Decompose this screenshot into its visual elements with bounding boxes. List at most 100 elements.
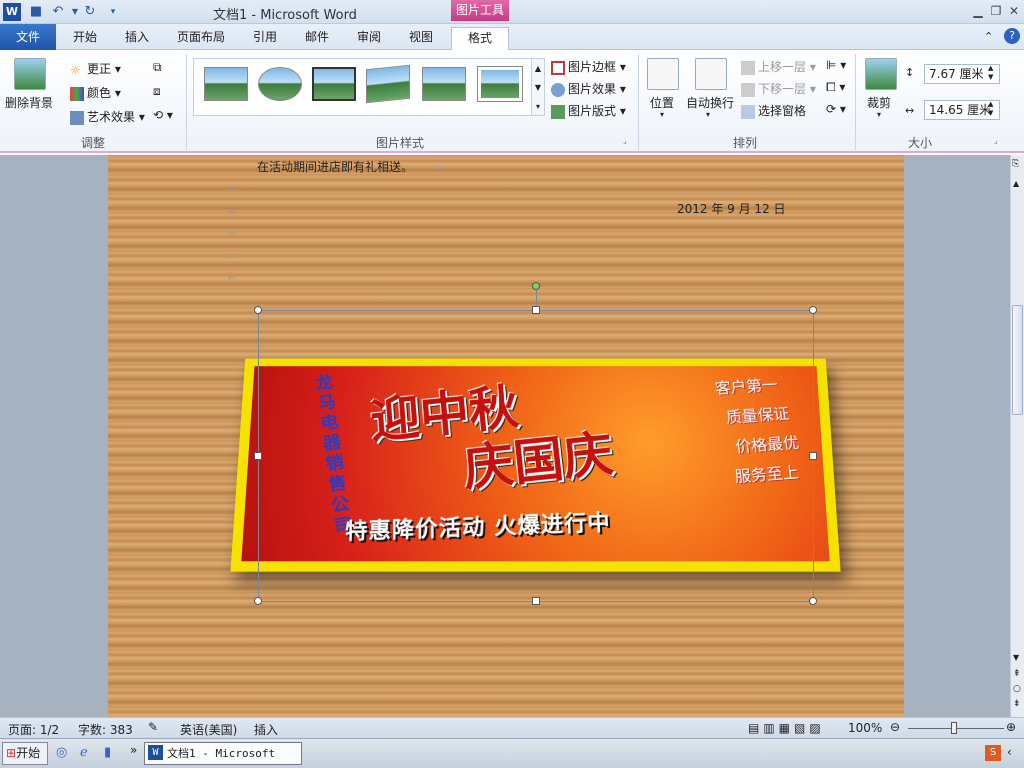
- tab-view[interactable]: 视图: [400, 27, 442, 50]
- zoom-out-icon[interactable]: ⊖: [890, 720, 900, 734]
- style-thumb-6[interactable]: [478, 67, 522, 101]
- change-picture-icon[interactable]: ⧈: [153, 84, 161, 99]
- insert-mode[interactable]: 插入: [254, 721, 278, 738]
- tab-references[interactable]: 引用: [244, 27, 286, 50]
- vertical-scrollbar[interactable]: ⎘ ▲ ▼ ⇞ ○ ⇟: [1010, 155, 1024, 717]
- picture-border-button[interactable]: 图片边框 ▾: [551, 58, 626, 75]
- word-taskbar-label: 文档1 - Microsoft Word: [167, 747, 275, 768]
- restore-icon[interactable]: ❐: [986, 2, 1006, 20]
- browser-icon[interactable]: ℯ: [80, 745, 88, 760]
- close-icon[interactable]: ✕: [1004, 2, 1024, 20]
- resize-handle-ne[interactable]: [809, 306, 817, 314]
- redo-icon[interactable]: ↻: [81, 3, 99, 21]
- tab-page-layout[interactable]: 页面布局: [170, 27, 232, 50]
- previous-page-icon[interactable]: ⇞: [1013, 669, 1021, 679]
- selection-pane-icon: [741, 105, 755, 119]
- scroll-up-icon[interactable]: ▲: [1013, 179, 1019, 188]
- minimize-icon[interactable]: ▁: [968, 2, 988, 20]
- style-thumb-3[interactable]: [312, 67, 356, 101]
- crop-button[interactable]: 裁剪: [867, 94, 891, 111]
- tab-home[interactable]: 开始: [64, 27, 106, 50]
- divider: [638, 54, 639, 150]
- rotation-handle[interactable]: [532, 282, 540, 290]
- media-icon[interactable]: ▮: [104, 745, 111, 760]
- corrections-button[interactable]: ☼ 更正 ▾: [70, 60, 121, 77]
- color-button[interactable]: 颜色 ▾: [70, 84, 121, 101]
- remove-background-icon[interactable]: [14, 58, 46, 90]
- position-icon[interactable]: [647, 58, 679, 90]
- browse-object-icon[interactable]: ○: [1013, 684, 1021, 694]
- send-backward-button[interactable]: 下移一层 ▾: [741, 80, 816, 97]
- tab-file[interactable]: 文件: [0, 24, 56, 50]
- resize-handle-w[interactable]: [254, 452, 262, 460]
- undo-icon[interactable]: ↶: [49, 3, 67, 21]
- window-title: 文档1 - Microsoft Word: [213, 4, 357, 23]
- align-icon[interactable]: ⊫ ▾: [826, 58, 846, 72]
- chevron-down-icon: ▾: [877, 110, 881, 119]
- proofing-icon[interactable]: ✎: [148, 720, 158, 734]
- tab-review[interactable]: 审阅: [348, 27, 390, 50]
- width-spinner[interactable]: ▲ ▼: [988, 100, 993, 118]
- scroll-thumb[interactable]: [1012, 305, 1023, 415]
- rotate-icon[interactable]: ⟳ ▾: [826, 102, 846, 116]
- send-backward-icon: [741, 83, 755, 97]
- style-thumb-4[interactable]: [366, 65, 410, 104]
- height-spinner[interactable]: ▲ ▼: [988, 64, 993, 82]
- scroll-down-icon[interactable]: ▼: [1013, 653, 1019, 662]
- crop-icon[interactable]: [865, 58, 897, 90]
- picture-layout-button[interactable]: 图片版式 ▾: [551, 102, 626, 119]
- more-icon[interactable]: »: [130, 743, 137, 757]
- picture-effects-button[interactable]: 图片效果 ▾: [551, 80, 626, 97]
- desktop-icon[interactable]: ◎: [56, 745, 67, 760]
- position-button[interactable]: 位置: [650, 94, 674, 111]
- customize-qat-icon[interactable]: ▾: [104, 3, 122, 21]
- language-status[interactable]: 英语(美国): [180, 721, 237, 738]
- page-count[interactable]: 页面: 1/2: [8, 721, 59, 738]
- ruler-toggle-icon[interactable]: ⎘: [1012, 159, 1019, 169]
- dialog-launcher-icon[interactable]: ⌟: [623, 136, 627, 145]
- minimize-ribbon-icon[interactable]: ⌃: [984, 30, 993, 43]
- resize-handle-sw[interactable]: [254, 597, 262, 605]
- word-count[interactable]: 字数: 383: [78, 721, 133, 738]
- word-taskbar-button[interactable]: W 文档1 - Microsoft Word: [144, 742, 302, 765]
- help-icon[interactable]: ?: [1004, 28, 1020, 44]
- artistic-effects-button[interactable]: 艺术效果 ▾: [70, 108, 145, 125]
- tab-mailings[interactable]: 邮件: [296, 27, 338, 50]
- resize-handle-nw[interactable]: [254, 306, 262, 314]
- style-thumb-2[interactable]: [258, 67, 302, 101]
- resize-handle-s[interactable]: [532, 597, 540, 605]
- remove-background-button[interactable]: 删除背景: [5, 94, 53, 111]
- tab-insert[interactable]: 插入: [116, 27, 158, 50]
- style-thumb-1[interactable]: [204, 67, 248, 101]
- picture-styles-gallery[interactable]: [193, 58, 538, 116]
- next-page-icon[interactable]: ⇟: [1013, 699, 1021, 709]
- view-buttons[interactable]: ▤▥▦▧▨: [748, 721, 825, 735]
- resize-handle-e[interactable]: [809, 452, 817, 460]
- tab-format[interactable]: 格式: [451, 27, 509, 51]
- zoom-level[interactable]: 100%: [848, 721, 882, 735]
- compress-pictures-icon[interactable]: ⧉: [153, 60, 162, 75]
- group-icon[interactable]: ⧠ ▾: [826, 80, 845, 95]
- style-thumb-5[interactable]: [422, 67, 466, 101]
- resize-handle-n[interactable]: [532, 306, 540, 314]
- gallery-scroll[interactable]: ▲ ▼ ▾: [531, 58, 545, 116]
- wrap-text-button[interactable]: 自动换行: [686, 94, 734, 111]
- zoom-in-icon[interactable]: ⊕: [1006, 720, 1016, 734]
- word-logo-icon[interactable]: W: [3, 3, 21, 21]
- bring-forward-button[interactable]: 上移一层 ▾: [741, 58, 816, 75]
- save-icon[interactable]: ■: [27, 3, 45, 21]
- adjust-group-label: 调整: [70, 134, 116, 151]
- wrap-text-icon[interactable]: [695, 58, 727, 90]
- document-page[interactable]: 在活动期间进店即有礼相送。 ↵ 2012 年 9 月 12 日 ↵ ↵ ↵ ↵ ↵ 龙马…: [108, 155, 904, 717]
- size-group-label: 大小: [905, 134, 935, 151]
- start-button[interactable]: ⊞开始: [2, 742, 48, 765]
- tray-app-icon[interactable]: S: [985, 745, 1001, 761]
- reset-picture-icon[interactable]: ⟲ ▾: [153, 108, 173, 122]
- zoom-slider-thumb[interactable]: [951, 722, 957, 734]
- selection-pane-button[interactable]: 选择窗格: [741, 102, 806, 119]
- rotation-stem: [536, 290, 537, 307]
- dialog-launcher-icon[interactable]: ⌟: [994, 136, 998, 145]
- send-backward-label: 下移一层: [758, 82, 806, 96]
- resize-handle-se[interactable]: [809, 597, 817, 605]
- tray-expand-icon[interactable]: ‹: [1007, 745, 1012, 759]
